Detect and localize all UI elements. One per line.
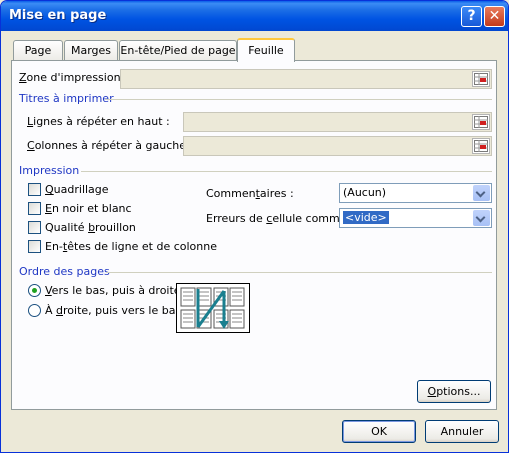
- range-select-icon[interactable]: [472, 138, 490, 154]
- comments-select[interactable]: (Aucun): [339, 183, 492, 203]
- down-then-over-radio[interactable]: [28, 284, 41, 297]
- rows-to-repeat-label: Lignes à répéter en haut :: [27, 115, 170, 128]
- row-col-headings-label: En-têtes de ligne et de colonne: [45, 240, 217, 253]
- page-setup-dialog: Mise en page ? ✕ Page Marges En-tête/Pie…: [0, 0, 509, 453]
- draft-quality-label: Qualité brouillon: [45, 221, 136, 234]
- over-then-down-radio[interactable]: [28, 304, 41, 317]
- window-title: Mise en page: [9, 8, 107, 23]
- tab-margins[interactable]: Marges: [64, 40, 118, 61]
- tab-page[interactable]: Page: [13, 40, 63, 61]
- divider: [105, 99, 492, 100]
- radio-selected-dot: [32, 288, 37, 293]
- help-icon[interactable]: ?: [461, 6, 482, 27]
- cols-to-repeat-field[interactable]: [183, 136, 492, 156]
- divider: [106, 272, 492, 273]
- rows-to-repeat-field[interactable]: [183, 112, 492, 132]
- chevron-down-icon[interactable]: [473, 210, 490, 226]
- title-bar[interactable]: Mise en page ? ✕: [1, 1, 508, 31]
- tab-header-footer[interactable]: En-tête/Pied de page: [119, 40, 237, 61]
- draft-quality-checkbox[interactable]: [28, 221, 41, 234]
- cols-to-repeat-label: Colonnes à répéter à gauche :: [27, 139, 194, 152]
- print-area-field[interactable]: [120, 69, 492, 89]
- print-heading: Impression: [19, 164, 80, 177]
- gridlines-label: Quadrillage: [45, 183, 109, 196]
- range-select-icon[interactable]: [472, 71, 490, 87]
- cell-errors-label: Erreurs de cellule comme :: [206, 212, 354, 225]
- ok-button[interactable]: OK: [342, 420, 416, 443]
- print-titles-heading: Titres à imprimer: [19, 92, 114, 105]
- row-col-headings-checkbox[interactable]: [28, 240, 41, 253]
- close-icon[interactable]: ✕: [484, 6, 505, 27]
- chevron-down-icon[interactable]: [473, 185, 490, 201]
- cell-errors-select[interactable]: <vide>: [339, 208, 492, 228]
- down-then-over-label: Vers le bas, puis à droite: [45, 284, 181, 297]
- over-then-down-label: À droite, puis vers le bas: [45, 304, 182, 317]
- range-select-icon[interactable]: [472, 114, 490, 130]
- options-button[interactable]: Options...: [417, 380, 491, 403]
- page-order-heading: Ordre des pages: [19, 265, 110, 278]
- gridlines-checkbox[interactable]: [28, 183, 41, 196]
- black-white-checkbox[interactable]: [28, 202, 41, 215]
- cancel-button[interactable]: Annuler: [425, 420, 499, 443]
- page-order-preview-icon: [176, 283, 250, 336]
- comments-label: Commentaires :: [206, 187, 294, 200]
- divider: [81, 171, 492, 172]
- tab-sheet[interactable]: Feuille: [237, 38, 295, 62]
- print-area-label: Zone d'impression :: [19, 71, 128, 84]
- black-white-label: En noir et blanc: [45, 202, 132, 215]
